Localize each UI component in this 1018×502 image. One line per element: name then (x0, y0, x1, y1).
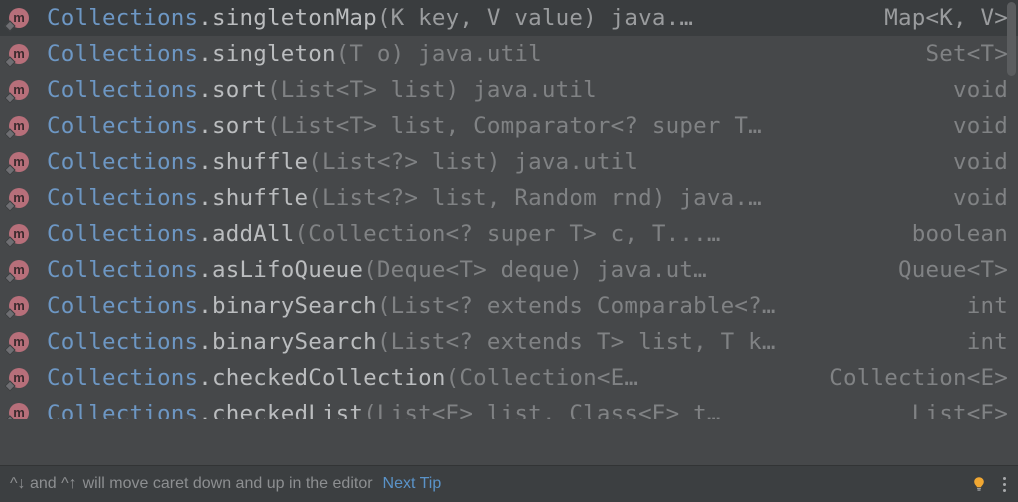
return-type: void (935, 149, 1008, 175)
scrollbar-thumb[interactable] (1007, 2, 1016, 76)
suggestion-signature: Collections.singleton(T o) java.util (47, 36, 908, 72)
return-type: Map<K, V> (866, 5, 1008, 31)
suggestion-row[interactable]: m Collections.checkedList(List<E> list, C… (0, 396, 1018, 419)
return-type: void (935, 113, 1008, 139)
suggestion-list[interactable]: m Collections.singletonMap(K key, V value… (0, 0, 1018, 465)
code-completion-popup: m Collections.singletonMap(K key, V value… (0, 0, 1018, 502)
more-options-icon[interactable] (1001, 475, 1008, 494)
suggestion-row[interactable]: m Collections.checkedCollection(Collectio… (0, 360, 1018, 396)
suggestion-signature: Collections.checkedCollection(Collection… (47, 360, 811, 396)
suggestion-row[interactable]: m Collections.asLifoQueue(Deque<T> deque)… (0, 252, 1018, 288)
suggestion-signature: Collections.checkedList(List<E> list, Cl… (47, 396, 894, 419)
scrollbar-track[interactable] (1005, 0, 1018, 465)
suggestion-signature: Collections.sort(List<T> list) java.util (47, 72, 935, 108)
method-icon: m (9, 403, 29, 419)
suggestion-signature: Collections.binarySearch(List<? extends … (47, 288, 949, 324)
status-right-group (971, 475, 1008, 494)
return-type: int (949, 293, 1008, 319)
next-tip-link[interactable]: Next Tip (383, 475, 442, 493)
suggestion-signature: Collections.binarySearch(List<? extends … (47, 324, 949, 360)
method-icon: m (9, 296, 29, 316)
suggestion-row[interactable]: m Collections.binarySearch(List<? extends… (0, 288, 1018, 324)
suggestion-row[interactable]: m Collections.shuffle(List<?> list, Rando… (0, 180, 1018, 216)
suggestion-row[interactable]: m Collections.binarySearch(List<? extends… (0, 324, 1018, 360)
method-icon: m (9, 188, 29, 208)
method-icon: m (9, 332, 29, 352)
suggestion-signature: Collections.shuffle(List<?> list, Random… (47, 180, 935, 216)
return-type: boolean (894, 221, 1008, 247)
suggestion-signature: Collections.addAll(Collection<? super T>… (47, 216, 894, 252)
method-icon: m (9, 152, 29, 172)
hint-key-combo: ^↓ and ^↑ (10, 475, 77, 493)
method-icon: m (9, 368, 29, 388)
return-type: void (935, 77, 1008, 103)
lightbulb-icon[interactable] (971, 476, 987, 492)
method-icon: m (9, 8, 29, 28)
suggestion-signature: Collections.asLifoQueue(Deque<T> deque) … (47, 252, 880, 288)
suggestion-row[interactable]: m Collections.singleton(T o) java.utilSet… (0, 36, 1018, 72)
return-type: int (949, 329, 1008, 355)
return-type: Set<T> (908, 41, 1008, 67)
suggestion-row[interactable]: m Collections.sort(List<T> list) java.uti… (0, 72, 1018, 108)
method-icon: m (9, 260, 29, 280)
suggestion-signature: Collections.sort(List<T> list, Comparato… (47, 108, 935, 144)
suggestion-row[interactable]: m Collections.sort(List<T> list, Comparat… (0, 108, 1018, 144)
return-type: List<E> (894, 396, 1008, 419)
suggestion-signature: Collections.singletonMap(K key, V value)… (47, 0, 866, 36)
return-type: Queue<T> (880, 257, 1008, 283)
method-icon: m (9, 44, 29, 64)
suggestion-row[interactable]: m Collections.singletonMap(K key, V value… (0, 0, 1018, 36)
return-type: void (935, 185, 1008, 211)
method-icon: m (9, 116, 29, 136)
suggestion-row[interactable]: m Collections.addAll(Collection<? super T… (0, 216, 1018, 252)
method-icon: m (9, 80, 29, 100)
hint-text: will move caret down and up in the edito… (83, 475, 373, 493)
method-icon: m (9, 224, 29, 244)
suggestion-row[interactable]: m Collections.shuffle(List<?> list) java.… (0, 144, 1018, 180)
status-bar: ^↓ and ^↑ will move caret down and up in… (0, 465, 1018, 502)
suggestion-signature: Collections.shuffle(List<?> list) java.u… (47, 144, 935, 180)
return-type: Collection<E> (811, 365, 1008, 391)
